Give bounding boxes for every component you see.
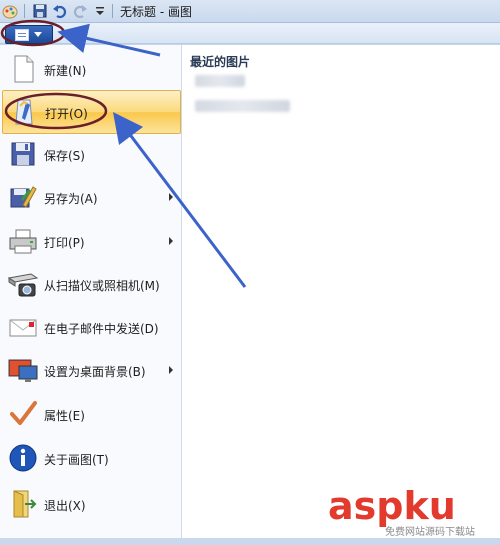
redo-icon[interactable]	[72, 3, 88, 19]
menu-item-send-email[interactable]: 在电子邮件中发送(D)	[2, 306, 179, 348]
chevron-down-icon	[34, 32, 42, 37]
window-title: 无标题 - 画图	[120, 5, 192, 19]
menu-item-label: 从扫描仪或照相机(M)	[44, 279, 160, 293]
window-bottom-edge	[0, 538, 500, 545]
customize-icon[interactable]	[92, 3, 108, 19]
menu-item-exit[interactable]: 退出(X)	[2, 483, 179, 525]
menu-command-list: 新建(N) 打开(O) 保存(S) 另存为(A) 打印(P) 从扫描仪或照相机(…	[0, 45, 182, 539]
paint-icon[interactable]	[2, 3, 18, 19]
undo-icon[interactable]	[52, 3, 68, 19]
submenu-arrow-icon	[169, 237, 173, 245]
menu-item-open[interactable]: 打开(O)	[2, 90, 181, 134]
submenu-arrow-icon	[169, 193, 173, 201]
open-icon	[15, 99, 33, 125]
menu-item-save[interactable]: 保存(S)	[2, 133, 179, 175]
watermark-subtitle: 免费网站源码下载站	[385, 527, 475, 538]
menu-item-print[interactable]: 打印(P)	[2, 220, 179, 262]
recent-item[interactable]	[195, 75, 245, 87]
app-menu-button[interactable]	[5, 25, 53, 44]
menu-item-set-desktop-background[interactable]: 设置为桌面背景(B)	[2, 349, 179, 391]
submenu-arrow-icon	[169, 366, 173, 374]
email-icon	[9, 319, 37, 337]
recent-item[interactable]	[195, 100, 290, 112]
menu-item-label: 退出(X)	[44, 499, 86, 513]
new-file-icon	[14, 55, 34, 83]
menu-item-properties[interactable]: 属性(E)	[2, 393, 179, 435]
menu-item-label: 设置为桌面背景(B)	[44, 365, 146, 379]
menu-item-label: 另存为(A)	[44, 192, 98, 206]
save-icon	[11, 142, 35, 166]
info-icon	[9, 444, 37, 472]
menu-item-about-paint[interactable]: 关于画图(T)	[2, 437, 179, 479]
menu-item-label: 属性(E)	[44, 409, 85, 423]
scanner-camera-icon	[7, 273, 39, 297]
desktop-background-icon	[8, 359, 38, 382]
checkmark-icon	[10, 401, 37, 425]
exit-icon	[13, 490, 37, 518]
title-separator	[112, 4, 113, 18]
menu-item-label: 打印(P)	[44, 236, 85, 250]
title-bar: 无标题 - 画图	[0, 0, 500, 23]
menu-item-label: 打开(O)	[45, 107, 88, 121]
recent-pictures-title: 最近的图片	[190, 55, 251, 69]
app-menu-icon	[15, 29, 29, 41]
printer-icon	[9, 229, 37, 254]
save-icon[interactable]	[32, 3, 48, 19]
menu-item-scanner-camera[interactable]: 从扫描仪或照相机(M)	[2, 263, 179, 305]
menu-item-new[interactable]: 新建(N)	[2, 48, 179, 90]
watermark-logo: aspku	[328, 484, 456, 528]
menu-item-label: 在电子邮件中发送(D)	[44, 322, 159, 336]
save-as-icon	[10, 186, 37, 208]
menu-item-label: 关于画图(T)	[44, 453, 109, 467]
toolbar-separator	[24, 4, 25, 18]
ribbon-tab-strip	[0, 23, 500, 44]
menu-item-label: 保存(S)	[44, 149, 85, 163]
menu-item-label: 新建(N)	[44, 64, 87, 78]
application-menu: 新建(N) 打开(O) 保存(S) 另存为(A) 打印(P) 从扫描仪或照相机(…	[0, 44, 500, 539]
menu-item-save-as[interactable]: 另存为(A)	[2, 176, 179, 218]
